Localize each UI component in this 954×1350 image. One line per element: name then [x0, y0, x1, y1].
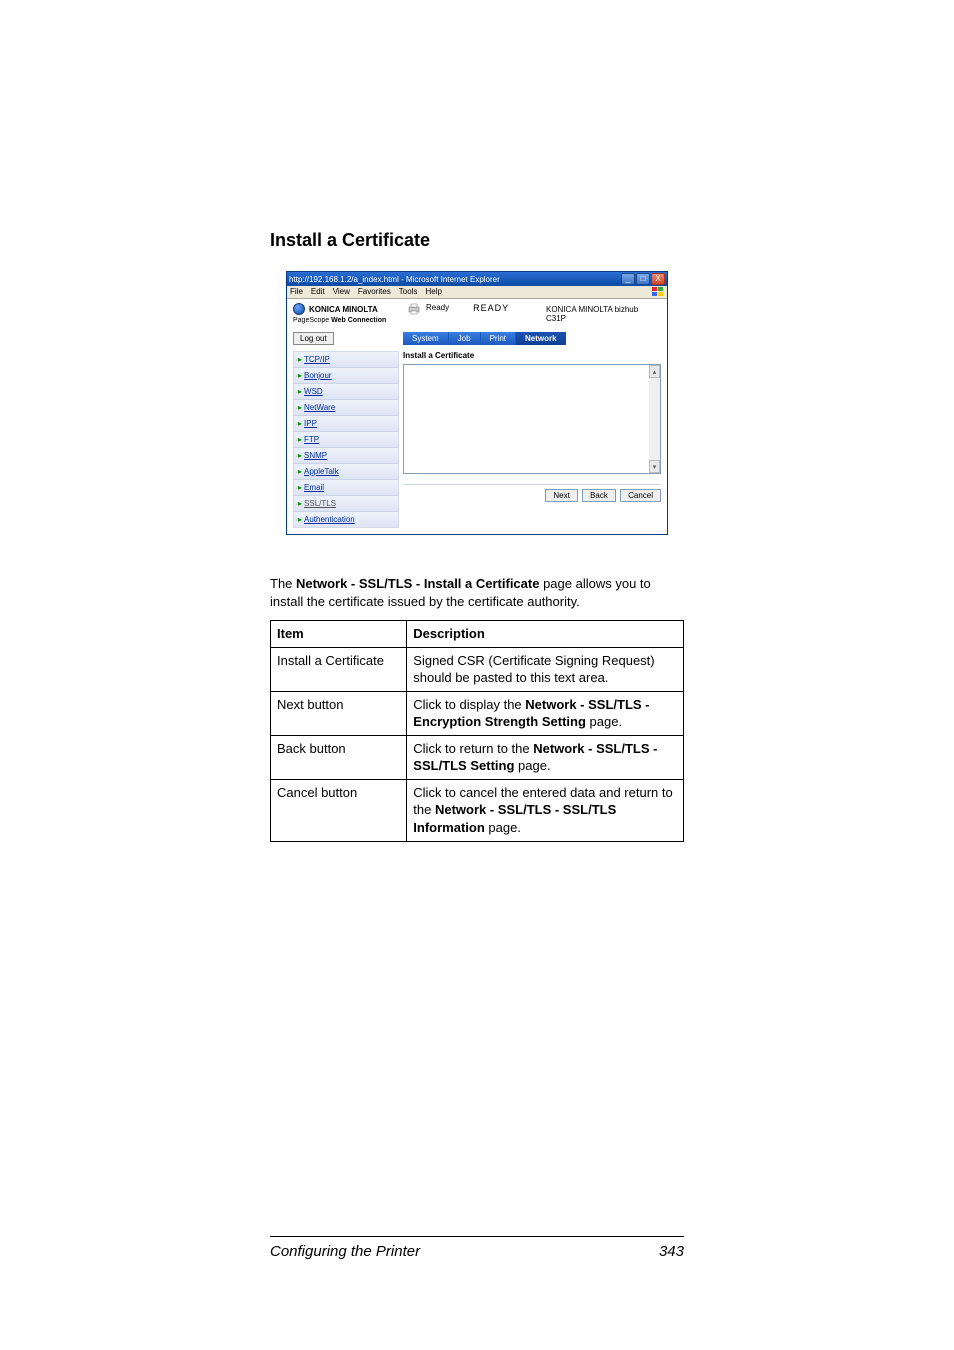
- menu-tools[interactable]: Tools: [399, 287, 418, 297]
- textarea-scrollbar[interactable]: ▴ ▾: [649, 365, 660, 473]
- section-heading: Install a Certificate: [270, 230, 684, 251]
- menu-help[interactable]: Help: [425, 287, 441, 297]
- tab-bar: System Job Print Network: [403, 332, 661, 345]
- status-big: READY: [473, 303, 509, 313]
- brand-line: KONICA MINOLTA: [293, 303, 408, 315]
- sidebar-item-snmp[interactable]: ▸SNMP: [294, 448, 398, 464]
- tab-network[interactable]: Network: [516, 332, 566, 345]
- status-small: Ready: [426, 303, 449, 312]
- window-titlebar: http://192.168.1.2/a_index.html - Micros…: [287, 272, 667, 286]
- menu-edit[interactable]: Edit: [311, 287, 325, 297]
- logout-button[interactable]: Log out: [293, 332, 334, 345]
- globe-icon: [293, 303, 305, 315]
- printer-icon: [408, 303, 420, 315]
- scroll-down-icon[interactable]: ▾: [649, 460, 660, 473]
- windows-flag-icon: [652, 287, 664, 297]
- footer-title: Configuring the Printer: [270, 1243, 659, 1260]
- sidebar-item-apple[interactable]: ▸AppleTalk: [294, 464, 398, 480]
- back-button[interactable]: Back: [582, 489, 616, 502]
- cell-desc: Signed CSR (Certificate Signing Request)…: [407, 647, 684, 691]
- next-button[interactable]: Next: [545, 489, 577, 502]
- th-desc: Description: [407, 621, 684, 648]
- table-row: Cancel button Click to cancel the entere…: [271, 779, 684, 841]
- brand-sub-bold: Web Connection: [331, 317, 386, 324]
- brand-subline: PageScope Web Connection: [293, 317, 408, 324]
- page-footer: Configuring the Printer 343: [270, 1236, 684, 1260]
- cell-desc: Click to return to the Network - SSL/TLS…: [407, 735, 684, 779]
- sidebar-item-ssl[interactable]: ▸SSL/TLS: [294, 496, 398, 512]
- certificate-textarea[interactable]: ▴ ▾: [403, 364, 661, 474]
- sidebar-item-netware[interactable]: ▸NetWare: [294, 400, 398, 416]
- description-table: Item Description Install a Certificate S…: [270, 620, 684, 841]
- cell-item: Install a Certificate: [271, 647, 407, 691]
- window-max-button[interactable]: □: [636, 273, 650, 285]
- brand-sub-prefix: PageScope: [293, 317, 329, 324]
- footer-page: 343: [659, 1243, 684, 1260]
- menu-file[interactable]: File: [290, 287, 303, 297]
- model-line1: KONICA MINOLTA bizhub: [546, 305, 661, 314]
- intro-paragraph: The Network - SSL/TLS - Install a Certif…: [270, 575, 684, 610]
- menu-view[interactable]: View: [333, 287, 350, 297]
- sidebar-item-email[interactable]: ▸Email: [294, 480, 398, 496]
- model-info: KONICA MINOLTA bizhub C31P: [546, 303, 661, 324]
- cell-item: Back button: [271, 735, 407, 779]
- tab-print[interactable]: Print: [481, 332, 516, 345]
- window-title: http://192.168.1.2/a_index.html - Micros…: [289, 275, 621, 284]
- model-line2: C31P: [546, 314, 661, 323]
- cell-desc: Click to display the Network - SSL/TLS -…: [407, 691, 684, 735]
- content-title: Install a Certificate: [403, 351, 661, 360]
- sidebar-item-bonjour[interactable]: ▸Bonjour: [294, 368, 398, 384]
- sidebar-item-tcpip[interactable]: ▸TCP/IP: [294, 352, 398, 368]
- window-menubar: File Edit View Favorites Tools Help: [287, 286, 667, 299]
- window-close-button[interactable]: X: [651, 273, 665, 285]
- tab-system[interactable]: System: [403, 332, 449, 345]
- cell-desc: Click to cancel the entered data and ret…: [407, 779, 684, 841]
- sidebar-item-ipp[interactable]: ▸IPP: [294, 416, 398, 432]
- window-min-button[interactable]: _: [621, 273, 635, 285]
- table-row: Install a Certificate Signed CSR (Certif…: [271, 647, 684, 691]
- divider: [403, 484, 661, 485]
- screenshot-window: http://192.168.1.2/a_index.html - Micros…: [286, 271, 668, 535]
- cancel-button[interactable]: Cancel: [620, 489, 661, 502]
- brand-name: KONICA MINOLTA: [309, 305, 378, 314]
- tab-job[interactable]: Job: [449, 332, 481, 345]
- scroll-up-icon[interactable]: ▴: [649, 365, 660, 378]
- cell-item: Cancel button: [271, 779, 407, 841]
- cell-item: Next button: [271, 691, 407, 735]
- sidebar-item-auth[interactable]: ▸Authentication: [294, 512, 398, 527]
- menu-favorites[interactable]: Favorites: [358, 287, 391, 297]
- sidebar-item-wsd[interactable]: ▸WSD: [294, 384, 398, 400]
- table-row: Next button Click to display the Network…: [271, 691, 684, 735]
- th-item: Item: [271, 621, 407, 648]
- table-row: Back button Click to return to the Netwo…: [271, 735, 684, 779]
- sidebar-item-ftp[interactable]: ▸FTP: [294, 432, 398, 448]
- sidebar-menu: ▸TCP/IP ▸Bonjour ▸WSD ▸NetWare ▸IPP ▸FTP…: [293, 351, 399, 528]
